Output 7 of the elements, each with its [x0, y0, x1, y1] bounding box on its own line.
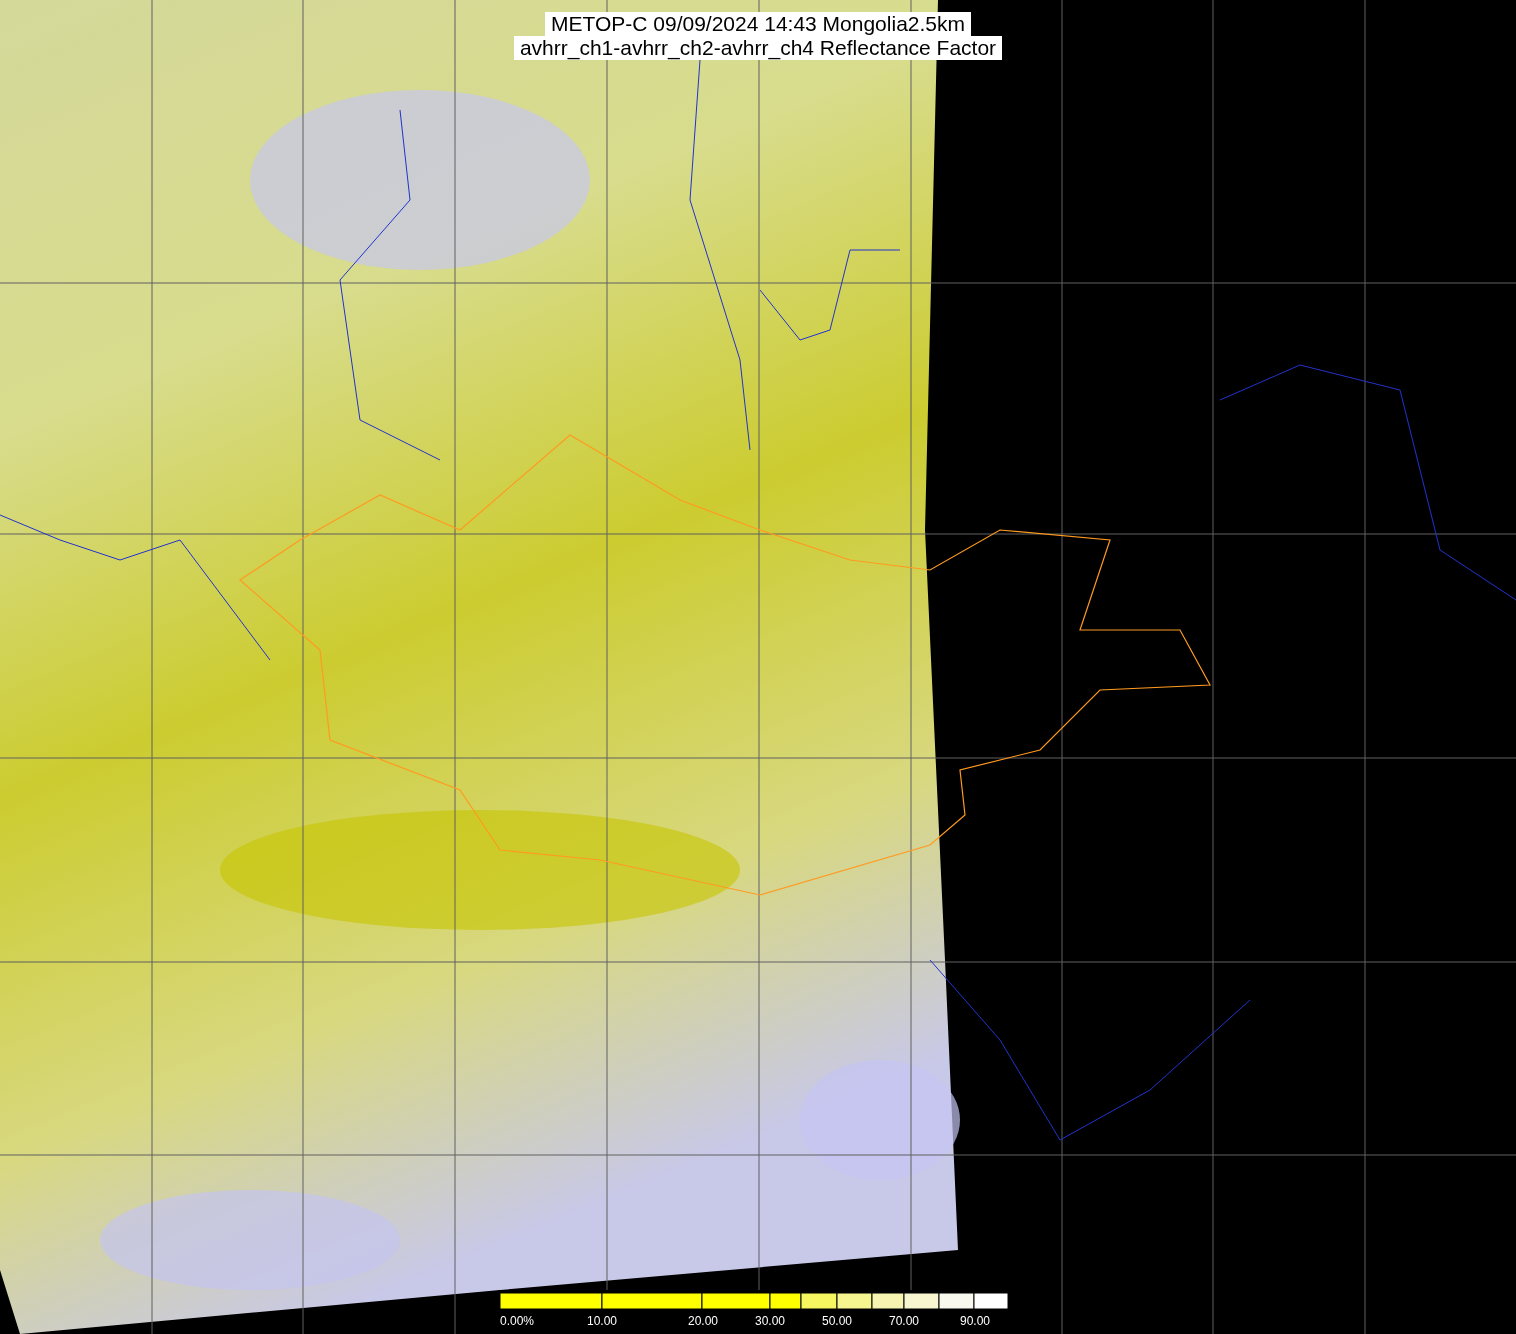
- colorbar-label: 50.00: [822, 1314, 853, 1328]
- colorbar-label: 30.00: [755, 1314, 786, 1328]
- colorbar-label: 70.00: [889, 1314, 920, 1328]
- colorbar-label: 0.00%: [500, 1314, 535, 1328]
- colorbar-label: 20.00: [688, 1314, 719, 1328]
- colorbar-label: 90.00: [960, 1314, 991, 1328]
- colorbar-label: 10.00: [587, 1314, 618, 1328]
